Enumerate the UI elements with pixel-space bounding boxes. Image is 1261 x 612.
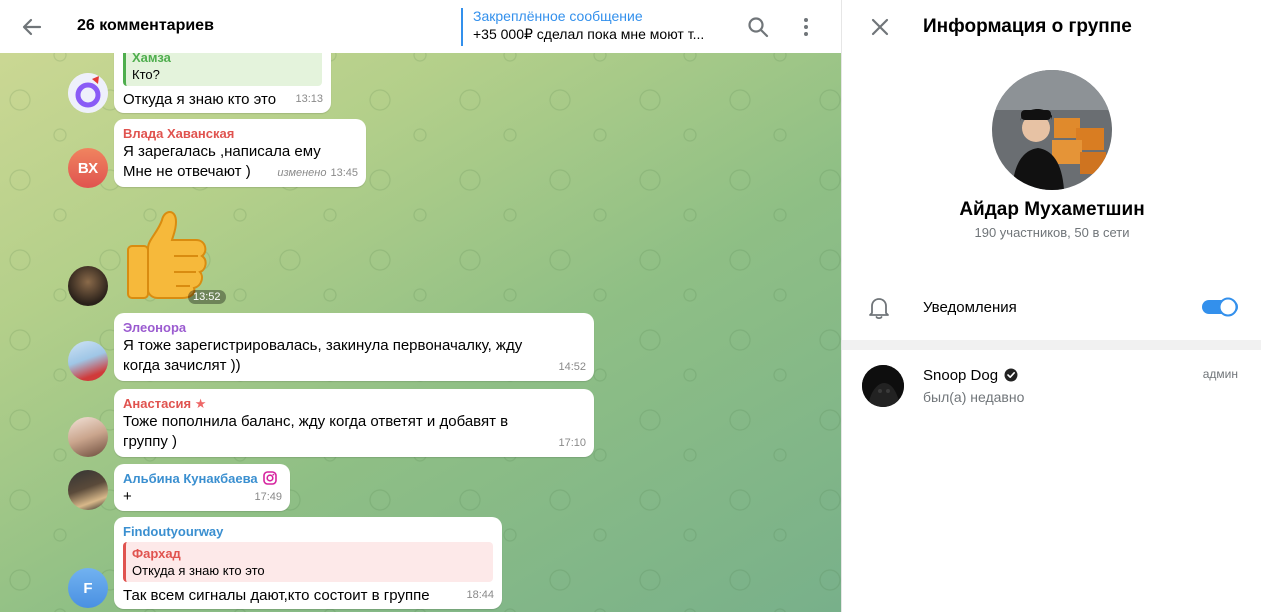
message-time: изменено 13:45 [277,163,358,183]
message-bubble[interactable]: Анастасия ★ Тоже пополнила баланс, жду к… [114,389,594,457]
sticker-message[interactable]: 13:52 [118,200,228,304]
message-time: 18:44 [466,589,494,601]
avatar[interactable] [68,341,108,381]
message-author[interactable]: Влада Хаванская [123,125,357,142]
message-bubble[interactable]: Альбина Кунакбаева + 17:49 [114,464,290,511]
message-time: 17:10 [558,437,586,449]
message-text: Я зарегалась ,написала ему [123,143,321,160]
message-author[interactable]: Анастасия ★ [123,395,585,412]
avatar[interactable] [68,417,108,457]
chat-area: 26 комментариев Закреплённое сообщение +… [0,0,841,612]
close-icon[interactable] [866,13,894,41]
group-name: Айдар Мухаметшин [959,199,1145,220]
group-avatar[interactable] [992,70,1112,190]
member-name-text: Snoop Dog [923,367,999,384]
message-text: когда зачислят )) [123,357,241,374]
alice-logo-icon [68,73,108,113]
search-icon[interactable] [744,13,772,41]
member-status: был(а) недавно [923,389,1025,405]
member-name[interactable]: Snoop Dog [923,367,1018,384]
message-text: группу ) [123,433,178,450]
chat-title: 26 комментариев [77,17,214,34]
avatar[interactable] [862,365,904,407]
avatar-initials: ВХ [77,159,99,177]
avatar-initials: F [83,579,93,597]
message-text: Откуда я знаю кто это [123,91,277,108]
instagram-icon [263,471,278,485]
message-author[interactable]: Findoutyourway [123,523,493,540]
edited-label: изменено [277,167,327,179]
star-icon: ★ [194,396,207,411]
reply-text: Откуда я знаю кто это [132,563,265,578]
group-info-panel: Информация о группе Айдар Мухаметшин 190… [841,0,1261,612]
message-time: 17:49 [254,491,282,503]
notifications-row[interactable]: Уведомления [842,285,1261,331]
message-bubble[interactable]: Элеонора Я тоже зарегистрировалась, заки… [114,313,594,381]
pinned-message[interactable]: Закреплённое сообщение +35 000₽ сделал п… [461,8,721,46]
avatar[interactable] [68,470,108,510]
message-bubble[interactable]: Findoutyourway Фархад Откуда я знаю кто … [114,517,502,609]
message-bubble[interactable]: Влада Хаванская Я зарегалась ,написала е… [114,119,366,187]
notifications-toggle[interactable] [1202,297,1238,317]
message-text: Так всем сигналы дают,кто состоит в груп… [123,587,430,604]
message-author[interactable]: Элеонора [123,319,585,336]
message-time-value: 13:45 [330,167,358,179]
message-text: Я тоже зарегистрировалась, закинула перв… [123,337,523,354]
pinned-message-text: +35 000₽ сделал пока мне моют т... [473,26,705,42]
panel-title: Информация о группе [923,16,1132,37]
bell-icon [869,298,889,320]
notifications-label: Уведомления [923,299,1017,316]
chat-header: 26 комментариев Закреплённое сообщение +… [0,0,841,53]
sticker-time: 13:52 [188,290,226,304]
avatar[interactable] [68,266,108,306]
verified-icon [1004,368,1018,382]
message-time: 14:52 [558,361,586,373]
message-author-name: Анастасия [123,396,192,411]
group-photo-image [992,70,1112,190]
reply-quote[interactable]: Фархад Откуда я знаю кто это [123,542,493,582]
thumbs-up-icon [127,211,207,299]
message-text: Тоже пополнила баланс, жду когда ответят… [123,413,509,430]
section-divider [842,340,1261,350]
member-photo [862,365,904,407]
message-time: 13:13 [295,93,323,105]
reply-text: Кто? [132,67,160,82]
member-row[interactable]: Snoop Dog был(а) недавно админ [842,358,1261,414]
avatar[interactable] [68,73,108,113]
member-role-badge: админ [1202,367,1238,381]
pinned-message-label: Закреплённое сообщение [473,8,643,24]
avatar[interactable]: ВХ [68,148,108,188]
reply-author: Фархад [132,546,181,561]
more-menu-icon[interactable] [792,13,820,41]
back-arrow-icon[interactable] [18,13,46,41]
group-member-stats: 190 участников, 50 в сети [974,225,1130,240]
avatar[interactable]: F [68,568,108,608]
message-author[interactable]: Альбина Кунакбаева [123,470,281,487]
message-author-name: Альбина Кунакбаева [123,471,258,486]
